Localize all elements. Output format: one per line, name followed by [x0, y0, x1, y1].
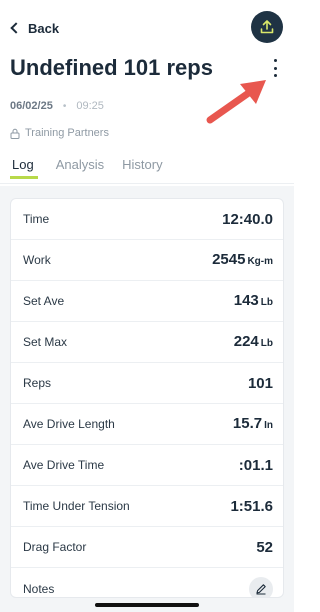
stat-unit: In [264, 420, 273, 431]
stat-value: 1:51.6 [230, 497, 273, 515]
stat-row-ave-drive-length: Ave Drive Length 15.7 In [11, 404, 283, 445]
stat-row-ave-drive-time: Ave Drive Time :01.1 [11, 445, 283, 486]
stat-row-work: Work 2545 Kg-m [11, 240, 283, 281]
stat-label: Set Max [23, 335, 68, 349]
stat-label: Time Under Tension [23, 499, 130, 513]
stat-row-time-under-tension: Time Under Tension 1:51.6 [11, 486, 283, 527]
more-options-button[interactable] [272, 59, 278, 77]
more-vertical-icon [273, 59, 277, 62]
stat-value: 224 [233, 333, 259, 350]
more-dot [273, 74, 277, 77]
stat-value-group: 224 Lb [234, 333, 273, 351]
stat-row-reps: Reps 101 [11, 363, 283, 404]
stat-row-set-max: Set Max 224 Lb [11, 322, 283, 363]
stat-unit: Lb [260, 338, 273, 349]
stat-label: Work [23, 253, 51, 267]
tabs-divider [0, 183, 294, 184]
stat-unit: Kg-m [247, 256, 273, 267]
workout-date: 06/02/25 [10, 100, 53, 112]
stat-value-group: 2545 Kg-m [212, 251, 273, 269]
stat-value: :01.1 [238, 456, 273, 474]
workout-detail-screen: Back Undefined 101 reps 06/02/25 • 09:25… [0, 0, 294, 612]
annotation-arrow-icon [206, 80, 266, 124]
stat-value: 101 [247, 374, 273, 392]
stat-label: Set Ave [23, 294, 65, 308]
pencil-icon [256, 583, 266, 594]
notes-label: Notes [23, 581, 55, 596]
tab-bar: Log Analysis History [10, 157, 163, 179]
edit-notes-button[interactable] [249, 576, 273, 597]
stat-row-time: Time 12:40.0 [11, 199, 283, 240]
share-button[interactable] [251, 11, 283, 43]
back-button[interactable]: Back [8, 18, 59, 38]
stat-label: Ave Drive Time [23, 458, 105, 472]
lock-icon [10, 128, 20, 139]
stat-row-drag-factor: Drag Factor 52 [11, 527, 283, 568]
tab-history[interactable]: History [122, 157, 162, 179]
stat-label: Time [23, 212, 50, 226]
chevron-left-icon [10, 22, 22, 34]
workout-time: 09:25 [76, 100, 104, 112]
stat-value: 12:40.0 [222, 210, 273, 228]
stat-value-group: 143 Lb [234, 292, 273, 310]
stat-label: Reps [23, 376, 52, 390]
tab-analysis[interactable]: Analysis [56, 157, 104, 179]
stat-unit: Lb [260, 297, 273, 308]
stats-card: Time 12:40.0 Work 2545 Kg-m Set Ave 143 Lb… [10, 198, 284, 598]
stat-label: Drag Factor [23, 540, 87, 554]
stat-value: 2545 [212, 251, 246, 268]
upload-icon [260, 20, 274, 34]
stat-row-set-ave: Set Ave 143 Lb [11, 281, 283, 322]
stat-value: 15.7 [232, 415, 263, 432]
tab-log[interactable]: Log [10, 157, 38, 179]
notes-row: Notes [11, 568, 283, 597]
stat-value-group: 15.7 In [233, 415, 273, 433]
page-title: Undefined 101 reps [10, 55, 213, 80]
training-partners-label: Training Partners [25, 127, 109, 139]
home-indicator [95, 603, 199, 607]
back-label: Back [28, 20, 60, 36]
stat-label: Ave Drive Length [23, 417, 115, 431]
workout-meta: 06/02/25 • 09:25 [10, 100, 104, 112]
more-dot [273, 66, 277, 70]
stat-value: 52 [256, 538, 273, 556]
meta-separator: • [62, 100, 67, 112]
stat-value: 143 [233, 292, 259, 309]
training-partners-link[interactable]: Training Partners [10, 127, 109, 139]
